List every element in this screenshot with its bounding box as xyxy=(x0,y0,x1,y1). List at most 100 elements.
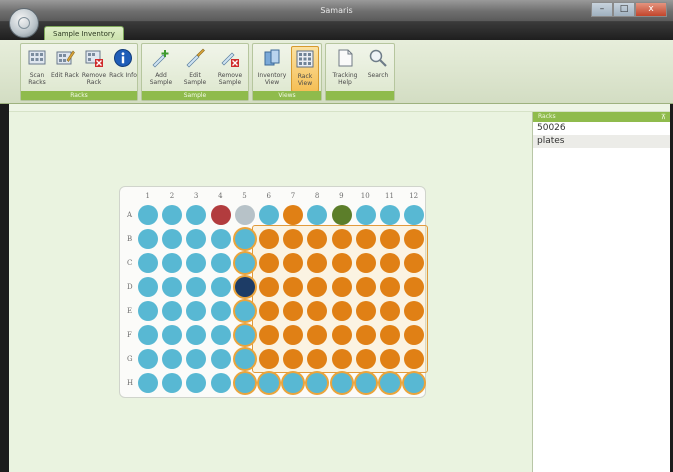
well-A8[interactable] xyxy=(307,205,328,225)
well-H12[interactable] xyxy=(404,373,425,393)
well-A10[interactable] xyxy=(355,205,376,225)
well-H1[interactable] xyxy=(138,373,158,393)
tracking-help-button[interactable]: Tracking Help xyxy=(328,46,362,92)
well-F1[interactable] xyxy=(138,325,158,345)
well-F10[interactable] xyxy=(355,325,376,345)
well-H9[interactable] xyxy=(331,373,352,393)
close-button[interactable]: x xyxy=(635,2,667,17)
rack-list-item[interactable]: 50026 xyxy=(533,122,670,135)
scan-racks-button[interactable]: Scan Racks xyxy=(23,46,51,92)
add-sample-button[interactable]: Add Sample xyxy=(144,46,178,92)
remove-sample-button[interactable]: Remove Sample xyxy=(212,46,248,92)
well-C1[interactable] xyxy=(138,253,158,273)
well-C9[interactable] xyxy=(331,253,352,273)
well-B5[interactable] xyxy=(234,229,255,249)
well-A1[interactable] xyxy=(138,205,158,225)
well-H4[interactable] xyxy=(210,373,231,393)
well-F2[interactable] xyxy=(162,325,183,345)
well-H11[interactable] xyxy=(380,373,400,393)
well-C5[interactable] xyxy=(234,253,255,273)
well-C6[interactable] xyxy=(259,253,279,273)
well-F11[interactable] xyxy=(380,325,400,345)
application-menu-button[interactable] xyxy=(9,8,39,38)
well-A4[interactable] xyxy=(210,205,231,225)
minimize-button[interactable]: – xyxy=(591,2,613,17)
well-E9[interactable] xyxy=(331,301,352,321)
well-E6[interactable] xyxy=(259,301,279,321)
well-G10[interactable] xyxy=(355,349,376,369)
well-B1[interactable] xyxy=(138,229,158,249)
well-F9[interactable] xyxy=(331,325,352,345)
well-E3[interactable] xyxy=(186,301,207,321)
well-B10[interactable] xyxy=(355,229,376,249)
well-E10[interactable] xyxy=(355,301,376,321)
well-F4[interactable] xyxy=(210,325,231,345)
well-H10[interactable] xyxy=(355,373,376,393)
well-H3[interactable] xyxy=(186,373,207,393)
well-B11[interactable] xyxy=(380,229,400,249)
well-B2[interactable] xyxy=(162,229,183,249)
well-A11[interactable] xyxy=(380,205,400,225)
well-B4[interactable] xyxy=(210,229,231,249)
remove-rack-button[interactable]: Remove Rack xyxy=(79,46,109,92)
well-G2[interactable] xyxy=(162,349,183,369)
well-C11[interactable] xyxy=(380,253,400,273)
well-C2[interactable] xyxy=(162,253,183,273)
well-D1[interactable] xyxy=(138,277,158,297)
inventory-view-button[interactable]: Inventory View xyxy=(255,46,289,92)
well-E5[interactable] xyxy=(234,301,255,321)
well-D2[interactable] xyxy=(162,277,183,297)
well-B3[interactable] xyxy=(186,229,207,249)
pin-icon[interactable]: ⊼ xyxy=(661,112,666,122)
well-E1[interactable] xyxy=(138,301,158,321)
well-D5[interactable] xyxy=(234,277,255,297)
well-F3[interactable] xyxy=(186,325,207,345)
well-G9[interactable] xyxy=(331,349,352,369)
well-H2[interactable] xyxy=(162,373,183,393)
well-G4[interactable] xyxy=(210,349,231,369)
maximize-button[interactable]: □ xyxy=(613,2,635,17)
well-F6[interactable] xyxy=(259,325,279,345)
well-C10[interactable] xyxy=(355,253,376,273)
well-D11[interactable] xyxy=(380,277,400,297)
well-A2[interactable] xyxy=(162,205,183,225)
well-B9[interactable] xyxy=(331,229,352,249)
rack-view-button[interactable]: Rack View xyxy=(291,46,319,92)
well-A9[interactable] xyxy=(331,205,352,225)
well-A3[interactable] xyxy=(186,205,207,225)
well-A12[interactable] xyxy=(404,205,425,225)
well-E2[interactable] xyxy=(162,301,183,321)
well-G6[interactable] xyxy=(259,349,279,369)
well-C3[interactable] xyxy=(186,253,207,273)
well-H8[interactable] xyxy=(307,373,328,393)
racks-panel-title: Racks xyxy=(538,113,556,120)
well-A5[interactable] xyxy=(234,205,255,225)
well-H6[interactable] xyxy=(259,373,279,393)
edit-sample-button[interactable]: Edit Sample xyxy=(178,46,212,92)
search-icon xyxy=(369,49,387,67)
well-G11[interactable] xyxy=(380,349,400,369)
well-plate[interactable]: 1 2 3 4 5 6 7 8 9 10 11 12 A B C D E F G H xyxy=(119,186,428,398)
well-E4[interactable] xyxy=(210,301,231,321)
well-D9[interactable] xyxy=(331,277,352,297)
well-D3[interactable] xyxy=(186,277,207,297)
well-A6[interactable] xyxy=(259,205,279,225)
well-G1[interactable] xyxy=(138,349,158,369)
search-button[interactable]: Search xyxy=(362,46,394,92)
well-E11[interactable] xyxy=(380,301,400,321)
well-A7[interactable] xyxy=(283,205,304,225)
well-G5[interactable] xyxy=(234,349,255,369)
well-H5[interactable] xyxy=(234,373,255,393)
well-G3[interactable] xyxy=(186,349,207,369)
rack-list-item[interactable]: plates xyxy=(533,135,670,148)
well-C4[interactable] xyxy=(210,253,231,273)
well-F5[interactable] xyxy=(234,325,255,345)
rack-info-button[interactable]: Rack Info xyxy=(109,46,137,92)
racks-panel: Racks ⊼ 50026 plates xyxy=(532,112,670,472)
edit-rack-button[interactable]: Edit Rack xyxy=(51,46,79,92)
well-B6[interactable] xyxy=(259,229,279,249)
well-H7[interactable] xyxy=(283,373,304,393)
well-D4[interactable] xyxy=(210,277,231,297)
well-D6[interactable] xyxy=(259,277,279,297)
well-D10[interactable] xyxy=(355,277,376,297)
